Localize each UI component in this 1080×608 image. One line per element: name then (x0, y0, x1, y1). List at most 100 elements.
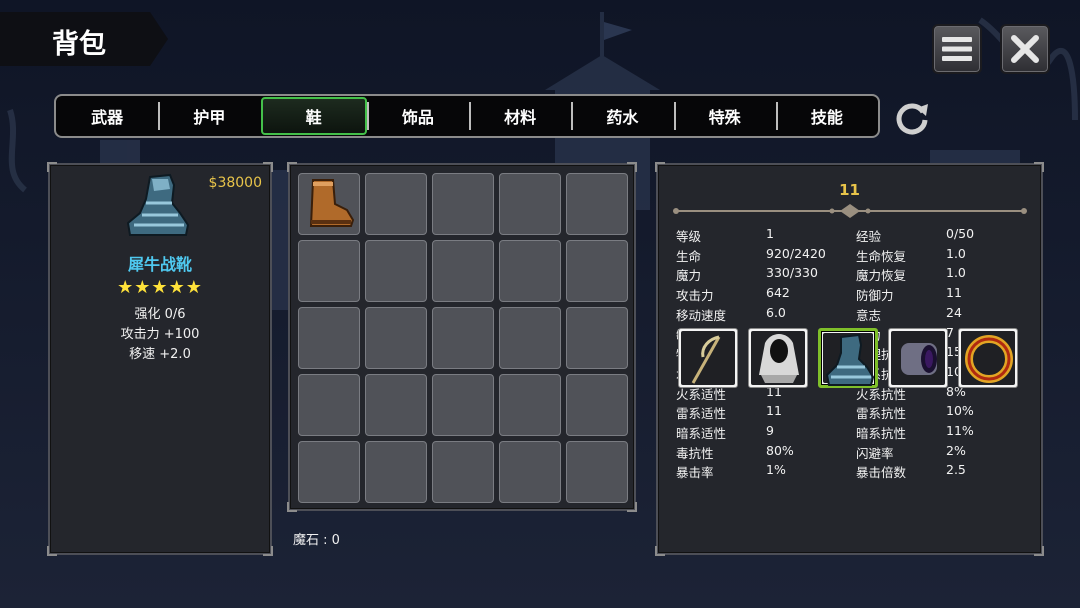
inventory-slot[interactable] (499, 441, 561, 503)
inventory-slot[interactable] (566, 240, 628, 302)
tab-3[interactable]: 饰品 (366, 96, 469, 136)
bracer-icon (901, 343, 937, 375)
inventory-slot[interactable] (298, 441, 360, 503)
stat-label: 生命恢复 (856, 248, 907, 264)
rhino-boots-icon (825, 333, 875, 386)
stat-label: 意志 (856, 307, 882, 323)
stat-label: 魔力 (676, 268, 702, 284)
inventory-slot[interactable] (566, 173, 628, 235)
mana-stone-count: 魔石 : 0 (293, 533, 340, 548)
stat-value: 80% (766, 442, 794, 458)
inventory-slot[interactable] (365, 240, 427, 302)
inventory-grid (298, 173, 628, 503)
equipped-slot[interactable] (818, 328, 878, 388)
stat-label: 魔力恢复 (856, 268, 907, 284)
item-attack: 攻击力 +100 (120, 327, 200, 342)
inventory-slot[interactable] (566, 441, 628, 503)
tab-5[interactable]: 药水 (571, 96, 673, 136)
stat-value: 330/330 (766, 265, 818, 281)
stat-label: 等级 (676, 229, 702, 244)
inventory-slot[interactable] (566, 307, 628, 369)
stat-value: 24 (946, 304, 962, 320)
stat-value: 1% (766, 462, 786, 478)
stat-label: 暗系抗性 (856, 426, 907, 441)
refresh-icon[interactable] (892, 98, 932, 138)
character-level: 11 (839, 181, 860, 199)
inventory-slot[interactable] (566, 374, 628, 436)
stat-value: 11 (766, 403, 782, 419)
leather-boots-icon (309, 179, 355, 227)
stat-value: 2.5 (946, 462, 966, 478)
stat-value: 1.0 (946, 265, 966, 281)
stat-label: 暗系适性 (676, 426, 727, 441)
stat-label: 暴击率 (676, 465, 714, 481)
equipped-slot[interactable] (958, 328, 1018, 388)
stat-label: 雷系适性 (676, 406, 727, 422)
stat-value: 2% (946, 442, 966, 458)
stat-value: 11% (946, 423, 974, 438)
stat-value: 9 (766, 423, 774, 438)
tab-7[interactable]: 技能 (775, 96, 878, 136)
category-tabs: 武器 护甲鞋饰品 材料 药水 特殊 技能 (54, 94, 880, 138)
item-detail-panel: $38000 犀牛战靴 ★★★★★ 强化 0/6 攻击力 +100 移速 +2.… (47, 162, 273, 556)
inventory-slot[interactable] (499, 307, 561, 369)
stat-value: 1.0 (946, 245, 966, 261)
inventory-slot[interactable] (432, 173, 494, 235)
item-enhance: 强化 0/6 (134, 307, 186, 322)
stat-value: 1 (766, 226, 774, 241)
inventory-slot[interactable] (432, 441, 494, 503)
item-stars: ★★★★★ (117, 277, 203, 298)
inventory-slot[interactable] (432, 307, 494, 369)
stat-value: 920/2420 (766, 245, 826, 261)
close-button[interactable] (1000, 24, 1050, 74)
stat-value: 10% (946, 403, 974, 419)
inventory-slot[interactable] (365, 441, 427, 503)
stat-label: 闪避率 (856, 445, 894, 461)
inventory-slot[interactable] (499, 374, 561, 436)
equipped-slot[interactable] (888, 328, 948, 388)
stat-label: 防御力 (856, 288, 894, 304)
stat-label: 经验 (856, 229, 882, 244)
menu-icon (942, 37, 972, 61)
stat-label: 雷系抗性 (856, 406, 907, 422)
equipped-slot[interactable] (748, 328, 808, 388)
tab-0[interactable]: 武器 (56, 96, 158, 136)
inventory-slot[interactable] (298, 173, 360, 235)
tab-2[interactable]: 鞋 (260, 97, 367, 135)
stat-label: 毒抗性 (676, 445, 714, 461)
inventory-slot[interactable] (432, 374, 494, 436)
tab-1[interactable]: 护甲 (158, 96, 260, 136)
inventory-slot[interactable] (298, 240, 360, 302)
item-speed: 移速 +2.0 (129, 347, 191, 362)
inventory-slot[interactable] (365, 173, 427, 235)
item-price: $38000 (208, 175, 262, 191)
stat-label: 移动速度 (676, 307, 727, 323)
inventory-slot[interactable] (499, 173, 561, 235)
inventory-slot[interactable] (499, 240, 561, 302)
inventory-slot[interactable] (365, 307, 427, 369)
gold-ring-icon (965, 335, 1013, 383)
rhino-boots-icon (126, 173, 190, 236)
stat-value: 0/50 (946, 226, 975, 241)
stat-value: 11 (946, 285, 962, 301)
scythe-icon (691, 335, 721, 384)
menu-button[interactable] (932, 24, 982, 74)
tab-6[interactable]: 特殊 (673, 96, 776, 136)
item-name: 犀牛战靴 (127, 255, 192, 274)
hood-armor-icon (759, 334, 799, 383)
inventory-slot[interactable] (298, 374, 360, 436)
equipped-slot[interactable] (678, 328, 738, 388)
stat-value: 6.0 (766, 304, 786, 320)
stat-label: 攻击力 (676, 288, 714, 304)
stat-label: 暴击倍数 (856, 465, 907, 481)
inventory-slot[interactable] (432, 240, 494, 302)
tab-4[interactable]: 材料 (469, 96, 571, 136)
page-title: 背包 (52, 29, 106, 60)
ornament-divider (673, 204, 1027, 218)
inventory-panel (287, 162, 637, 512)
inventory-slot[interactable] (298, 307, 360, 369)
inventory-slot[interactable] (365, 374, 427, 436)
stat-value: 642 (766, 285, 790, 301)
close-icon (1011, 35, 1039, 63)
stat-label: 生命 (676, 248, 702, 264)
